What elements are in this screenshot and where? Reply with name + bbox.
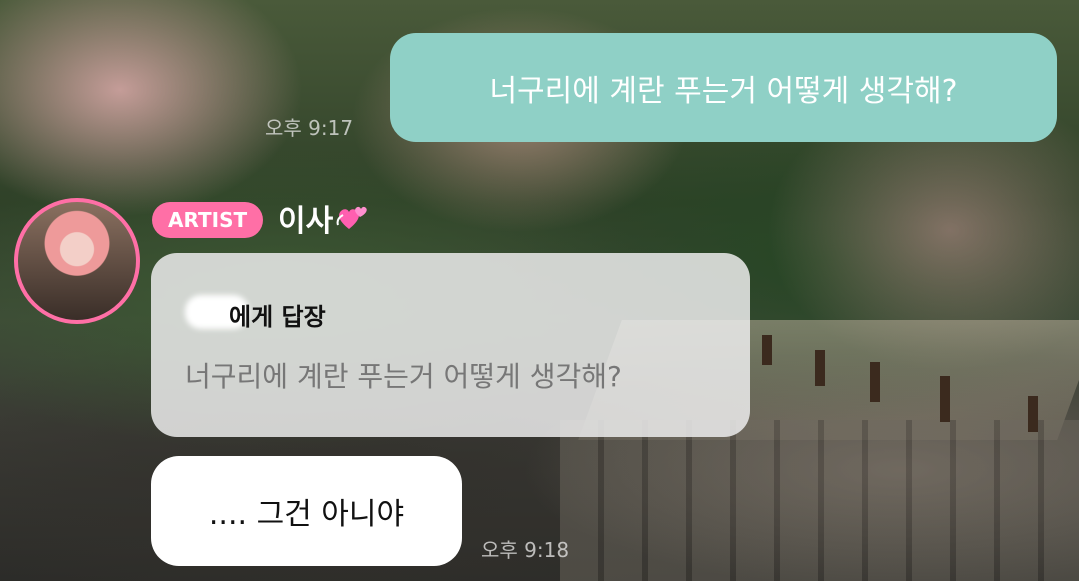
artist-name-row[interactable]: 이사 bbox=[278, 196, 369, 240]
artist-badge: ARTIST bbox=[152, 202, 264, 238]
background-stone-wall bbox=[560, 420, 1079, 581]
background-post bbox=[762, 335, 772, 365]
revolving-hearts-icon bbox=[335, 203, 369, 233]
reply-quote-text: 너구리에 계란 푸는거 어떻게 생각해? bbox=[185, 360, 622, 393]
incoming-message-bubble[interactable]: .... 그건 아니야 bbox=[151, 456, 462, 566]
background-post bbox=[815, 350, 825, 386]
outgoing-message-time: 오후 9:17 bbox=[265, 116, 354, 140]
outgoing-message-bubble[interactable]: 너구리에 계란 푸는거 어떻게 생각해? bbox=[390, 33, 1057, 142]
outgoing-message-text: 너구리에 계란 푸는거 어떻게 생각해? bbox=[489, 73, 958, 109]
background-post bbox=[1028, 396, 1038, 432]
incoming-message-time: 오후 9:18 bbox=[481, 538, 570, 562]
background-post bbox=[940, 376, 950, 422]
artist-name: 이사 bbox=[278, 204, 334, 239]
artist-avatar[interactable] bbox=[14, 198, 140, 324]
reply-message-bubble[interactable]: 에게 답장 너구리에 계란 푸는거 어떻게 생각해? bbox=[151, 253, 750, 437]
background-post bbox=[870, 362, 880, 402]
incoming-message-text: .... 그건 아니야 bbox=[208, 497, 405, 532]
reply-header: 에게 답장 bbox=[229, 303, 326, 331]
